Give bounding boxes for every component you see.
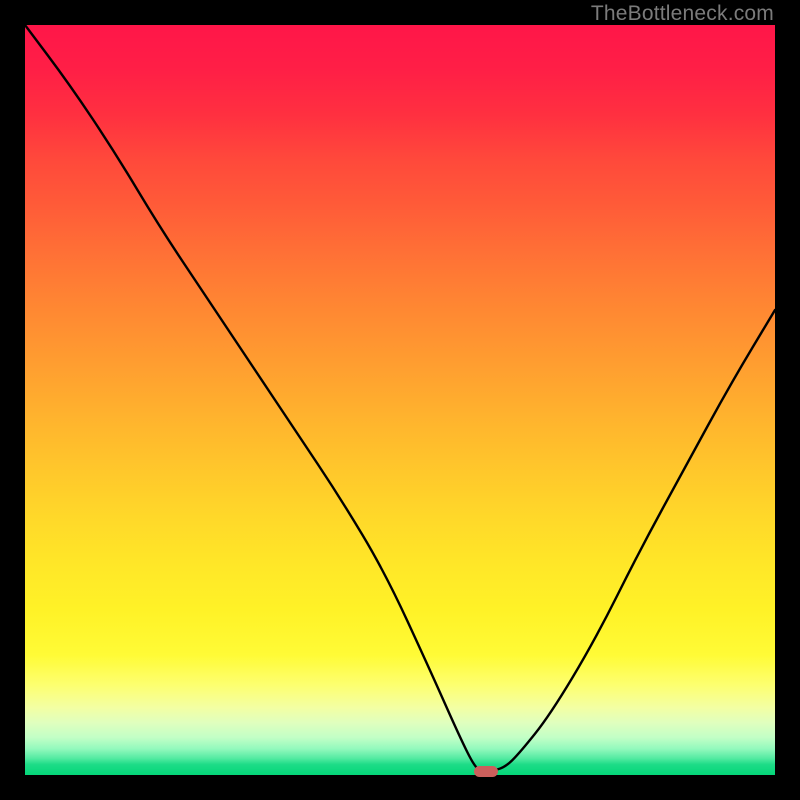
chart-frame: TheBottleneck.com xyxy=(0,0,800,800)
bottleneck-curve xyxy=(25,25,775,775)
watermark-text: TheBottleneck.com xyxy=(591,2,774,26)
chart-plot-area xyxy=(25,25,775,775)
optimal-marker xyxy=(474,766,498,777)
